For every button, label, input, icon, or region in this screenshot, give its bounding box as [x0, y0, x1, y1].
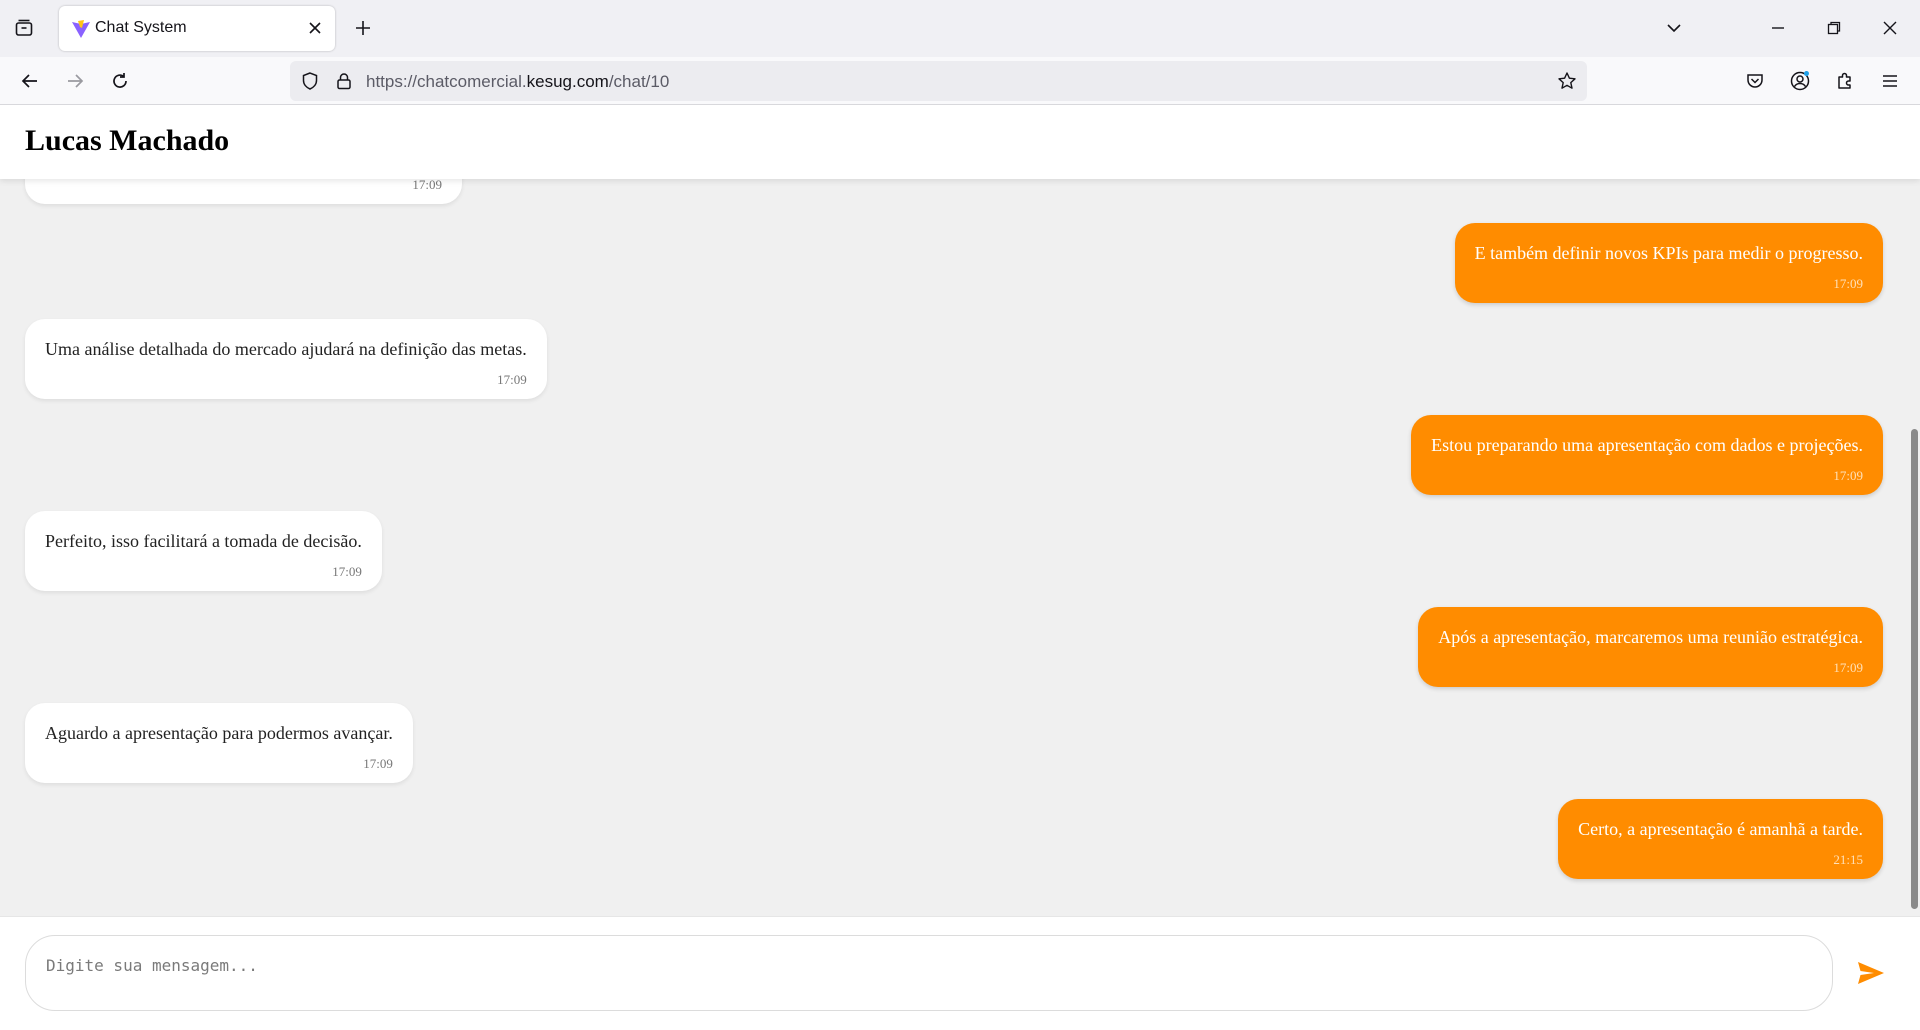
message-time: 21:15: [1833, 852, 1863, 867]
message-text: E também definir novos KPIs para medir o…: [1474, 243, 1863, 263]
tab-list-icon[interactable]: [10, 14, 38, 42]
message-list[interactable]: 17:09 E também definir novos KPIs para m…: [0, 179, 1905, 916]
browser-tab-bar: Chat System: [0, 0, 1920, 57]
message-sent: Estou preparando uma apresentação com da…: [1411, 415, 1883, 495]
vite-logo-icon: [71, 19, 91, 39]
message-sent: Após a apresentação, marcaremos uma reun…: [1418, 607, 1883, 687]
url-domain: kesug.com: [526, 72, 609, 91]
message-text: Perfeito, isso facilitará a tomada de de…: [45, 531, 362, 551]
chat-header: Lucas Machado: [0, 106, 1920, 179]
tab-title: Chat System: [95, 19, 187, 36]
new-tab-icon[interactable]: [349, 14, 377, 42]
url-prefix: https://chatcomercial.: [366, 72, 527, 91]
message-input[interactable]: [25, 935, 1833, 1011]
scrollbar[interactable]: [1905, 179, 1920, 916]
message-text: Certo, a apresentação é amanhã a tarde.: [1578, 819, 1863, 839]
scrollbar-thumb[interactable]: [1911, 429, 1918, 909]
send-icon[interactable]: [1853, 955, 1889, 991]
message-received: Perfeito, isso facilitará a tomada de de…: [25, 511, 382, 591]
message-text: Após a apresentação, marcaremos uma reun…: [1438, 627, 1863, 647]
close-window-icon[interactable]: [1874, 12, 1906, 44]
message-time: 17:09: [1833, 468, 1863, 483]
back-arrow-icon[interactable]: [14, 65, 46, 97]
message-text: Aguardo a apresentação para podermos ava…: [45, 723, 393, 743]
message-sent: E também definir novos KPIs para medir o…: [1454, 223, 1883, 303]
close-tab-icon[interactable]: [303, 16, 327, 40]
message-time: 17:09: [412, 179, 442, 192]
contact-name: Lucas Machado: [25, 124, 230, 157]
message-received: Uma análise detalhada do mercado ajudará…: [25, 319, 547, 399]
message-time: 17:09: [332, 564, 362, 579]
shield-icon[interactable]: [298, 69, 322, 93]
message-text: Uma análise detalhada do mercado ajudará…: [45, 339, 527, 359]
menu-icon[interactable]: [1874, 65, 1906, 97]
message-time: 17:09: [497, 372, 527, 387]
browser-navigation-bar: https://chatcomercial.kesug.com/chat/10: [0, 57, 1920, 105]
message-time: 17:09: [363, 756, 393, 771]
reload-icon[interactable]: [104, 65, 136, 97]
message-time: 17:09: [1833, 276, 1863, 291]
chat-page: Lucas Machado 17:09 E também definir nov…: [0, 106, 1920, 1030]
url-text[interactable]: https://chatcomercial.kesug.com/chat/10: [366, 72, 669, 92]
address-bar[interactable]: https://chatcomercial.kesug.com/chat/10: [290, 61, 1587, 101]
browser-tab[interactable]: Chat System: [59, 6, 335, 51]
message-received: Aguardo a apresentação para podermos ava…: [25, 703, 413, 783]
url-path: /chat/10: [608, 72, 670, 91]
message-time: 17:09: [1833, 660, 1863, 675]
message-composer: [0, 916, 1920, 1030]
forward-arrow-icon[interactable]: [59, 65, 91, 97]
restore-icon[interactable]: [1818, 12, 1850, 44]
message-sent: Certo, a apresentação é amanhã a tarde. …: [1558, 799, 1883, 879]
extensions-icon[interactable]: [1829, 65, 1861, 97]
account-icon[interactable]: [1784, 65, 1816, 97]
chevron-down-icon[interactable]: [1658, 12, 1690, 44]
pocket-icon[interactable]: [1739, 65, 1771, 97]
bookmark-star-icon[interactable]: [1555, 69, 1579, 93]
message-received: 17:09: [25, 179, 462, 204]
lock-icon[interactable]: [332, 69, 356, 93]
message-text: Estou preparando uma apresentação com da…: [1431, 435, 1863, 455]
minimize-icon[interactable]: [1762, 12, 1794, 44]
